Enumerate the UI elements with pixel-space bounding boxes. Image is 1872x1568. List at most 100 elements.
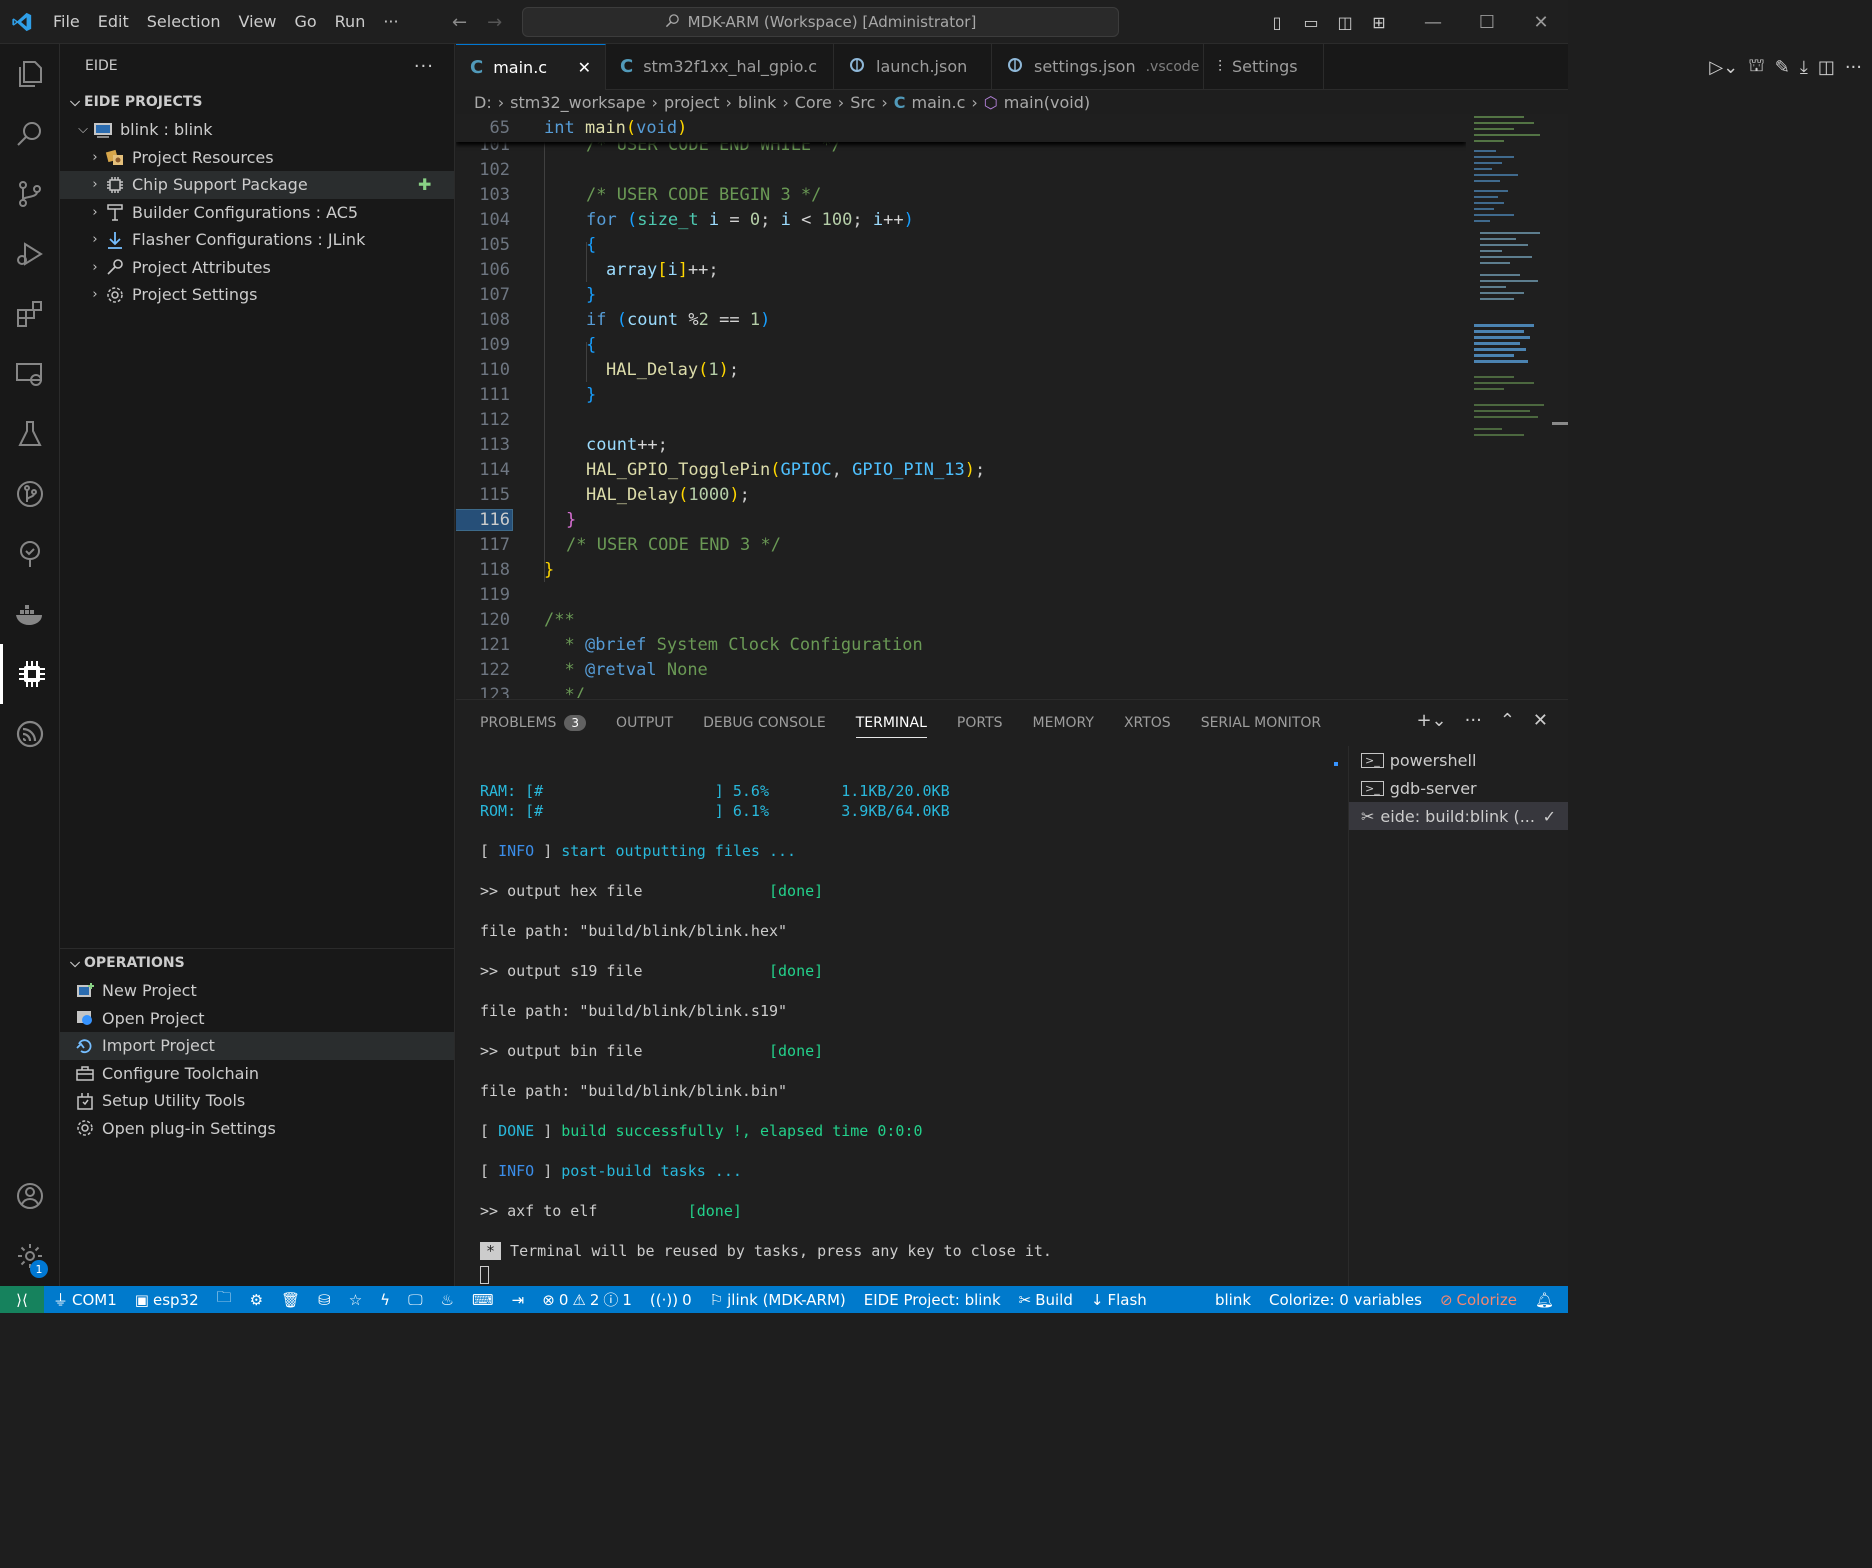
- extensions-icon[interactable]: [0, 284, 60, 344]
- status-debug-config[interactable]: ⚐ jlink (MDK-ARM): [701, 1291, 855, 1309]
- op-new-project[interactable]: New Project: [60, 977, 454, 1005]
- crumb[interactable]: project: [664, 93, 720, 112]
- status-colorize-toggle[interactable]: ⊘ Colorize: [1431, 1291, 1526, 1309]
- op-open-project[interactable]: Open Project: [60, 1005, 454, 1033]
- status-monitor-icon[interactable]: 🖵: [399, 1291, 431, 1309]
- tree-item-project-attributes[interactable]: › Project Attributes: [60, 254, 454, 282]
- terminal-item-gdb-server[interactable]: >_ gdb-server: [1349, 774, 1568, 802]
- minimize-button[interactable]: —: [1406, 12, 1460, 33]
- crumb[interactable]: stm32_worksape: [510, 93, 645, 112]
- testing-icon[interactable]: [0, 404, 60, 464]
- close-panel-icon[interactable]: ✕: [1533, 710, 1548, 731]
- explorer-icon[interactable]: [0, 44, 60, 104]
- menu-go[interactable]: Go: [285, 12, 325, 31]
- code-editor[interactable]: 65 int main(void) 101/* USER CODE END WH…: [456, 114, 1466, 698]
- more-actions-icon[interactable]: ···: [414, 56, 434, 77]
- tab-problems[interactable]: PROBLEMS 3: [480, 715, 587, 731]
- terminal-item-eide-build[interactable]: ✂ eide: build:blink (... ✓: [1349, 802, 1568, 830]
- tree-view-icon[interactable]: [0, 524, 60, 584]
- op-configure-toolchain[interactable]: Configure Toolchain: [60, 1060, 454, 1088]
- tab-terminal[interactable]: TERMINAL: [855, 715, 927, 738]
- back-arrow-icon[interactable]: ←: [452, 12, 467, 33]
- terminal-item-powershell[interactable]: >_ powershell: [1349, 746, 1568, 774]
- toggle-panel-icon[interactable]: ▭: [1294, 13, 1328, 32]
- run-debug-icon[interactable]: [0, 224, 60, 284]
- crumb[interactable]: blink: [738, 93, 776, 112]
- more-editor-actions-icon[interactable]: ···: [1845, 57, 1862, 78]
- project-root[interactable]: ⌵ blink : blink: [60, 116, 454, 144]
- source-control-icon[interactable]: [0, 164, 60, 224]
- status-build-button[interactable]: ✂ Build: [1010, 1291, 1082, 1309]
- status-esp32[interactable]: ▣ esp32: [126, 1291, 208, 1309]
- status-eide-project[interactable]: EIDE Project: blink: [855, 1291, 1010, 1309]
- tab-settings[interactable]: ⫶ Settings: [1204, 43, 1324, 90]
- remote-indicator-icon[interactable]: ⟩⟨: [0, 1286, 44, 1313]
- espressif-icon[interactable]: [0, 704, 60, 764]
- status-flash-button[interactable]: ↓ Flash: [1082, 1291, 1156, 1309]
- tree-item-flasher-configurations[interactable]: › Flasher Configurations : JLink: [60, 226, 454, 254]
- maximize-button[interactable]: ☐: [1460, 12, 1514, 33]
- sticky-scroll-line[interactable]: 65 int main(void): [456, 114, 1466, 142]
- tab-main-c[interactable]: C main.c ✕: [456, 43, 606, 90]
- clean-broom-icon[interactable]: ✎: [1775, 57, 1790, 78]
- status-flash-icon[interactable]: ϟ: [371, 1291, 399, 1309]
- tree-item-project-settings[interactable]: › Project Settings: [60, 281, 454, 309]
- notifications-bell-icon[interactable]: 🔔︎: [1526, 1291, 1568, 1309]
- status-com-port[interactable]: ⏚ COM1: [44, 1289, 126, 1310]
- manage-gear-icon[interactable]: 1: [0, 1226, 60, 1286]
- tab-memory[interactable]: MEMORY: [1033, 715, 1094, 731]
- crumb[interactable]: Src: [850, 93, 875, 112]
- tab-ports[interactable]: PORTS: [957, 715, 1003, 731]
- search-activity-icon[interactable]: [0, 104, 60, 164]
- eide-chip-icon[interactable]: [0, 644, 60, 704]
- tree-item-project-resources[interactable]: › Project Resources: [60, 144, 454, 172]
- tab-output[interactable]: OUTPUT: [616, 715, 673, 731]
- op-setup-utility-tools[interactable]: Setup Utility Tools: [60, 1087, 454, 1115]
- menu-view[interactable]: View: [230, 12, 286, 31]
- remote-explorer-icon[interactable]: [0, 344, 60, 404]
- forward-arrow-icon[interactable]: →: [487, 12, 502, 33]
- maximize-panel-icon[interactable]: ⌃: [1500, 710, 1515, 731]
- menu-file[interactable]: File: [44, 12, 89, 31]
- split-editor-icon[interactable]: ◫: [1818, 57, 1835, 78]
- status-ports[interactable]: ((·)) 0: [641, 1291, 701, 1309]
- status-export-icon[interactable]: ⇥: [503, 1291, 534, 1309]
- git-graph-icon[interactable]: [0, 464, 60, 524]
- crumb[interactable]: main(void): [1004, 93, 1090, 112]
- run-debug-dropdown-icon[interactable]: ▷⌄: [1709, 57, 1738, 78]
- tree-item-builder-configurations[interactable]: › Builder Configurations : AC5: [60, 199, 454, 227]
- flash-download-icon[interactable]: ⤓: [1800, 57, 1808, 78]
- toggle-secondary-sidebar-icon[interactable]: ◫: [1328, 13, 1362, 32]
- status-folder-icon[interactable]: 🗀: [208, 1287, 241, 1312]
- status-colorize[interactable]: Colorize: 0 variables: [1260, 1291, 1431, 1309]
- add-package-icon[interactable]: ✚: [418, 175, 431, 194]
- minimap[interactable]: [1466, 114, 1568, 698]
- menu-more[interactable]: ···: [374, 12, 407, 31]
- crumb[interactable]: D:: [474, 93, 492, 112]
- status-terminal-icon[interactable]: ⌨: [463, 1291, 503, 1309]
- op-import-project[interactable]: Import Project: [60, 1032, 454, 1060]
- status-problems[interactable]: ⊗ 0 ⚠ 2 ⓘ 1: [533, 1289, 641, 1310]
- tab-xrtos[interactable]: XRTOS: [1124, 715, 1171, 731]
- status-database-icon[interactable]: ⛁: [309, 1291, 340, 1309]
- eide-projects-header[interactable]: ⌵ EIDE PROJECTS: [60, 88, 454, 116]
- crumb[interactable]: main.c: [912, 93, 966, 112]
- menu-edit[interactable]: Edit: [89, 12, 138, 31]
- new-terminal-icon[interactable]: +⌄: [1416, 710, 1446, 731]
- status-star-icon[interactable]: ☆: [340, 1291, 371, 1309]
- toggle-sidebar-icon[interactable]: ▯: [1260, 13, 1294, 32]
- close-tab-icon[interactable]: ✕: [578, 58, 591, 77]
- build-project-icon[interactable]: ⛫: [1748, 55, 1765, 79]
- status-blink[interactable]: blink: [1206, 1291, 1260, 1309]
- tree-item-chip-support-package[interactable]: › Chip Support Package ✚: [60, 171, 454, 199]
- tab-settings-json[interactable]: settings.json .vscode: [992, 43, 1204, 90]
- close-window-button[interactable]: ✕: [1514, 12, 1568, 33]
- menu-run[interactable]: Run: [326, 12, 375, 31]
- docker-icon[interactable]: [0, 584, 60, 644]
- status-trash-icon[interactable]: 🗑: [272, 1291, 309, 1309]
- tab-debug-console[interactable]: DEBUG CONSOLE: [703, 715, 826, 731]
- crumb[interactable]: Core: [795, 93, 832, 112]
- status-gear-icon[interactable]: ⚙: [241, 1291, 272, 1309]
- op-open-plugin-settings[interactable]: Open plug-in Settings: [60, 1115, 454, 1143]
- status-flame-icon[interactable]: ♨: [432, 1291, 463, 1309]
